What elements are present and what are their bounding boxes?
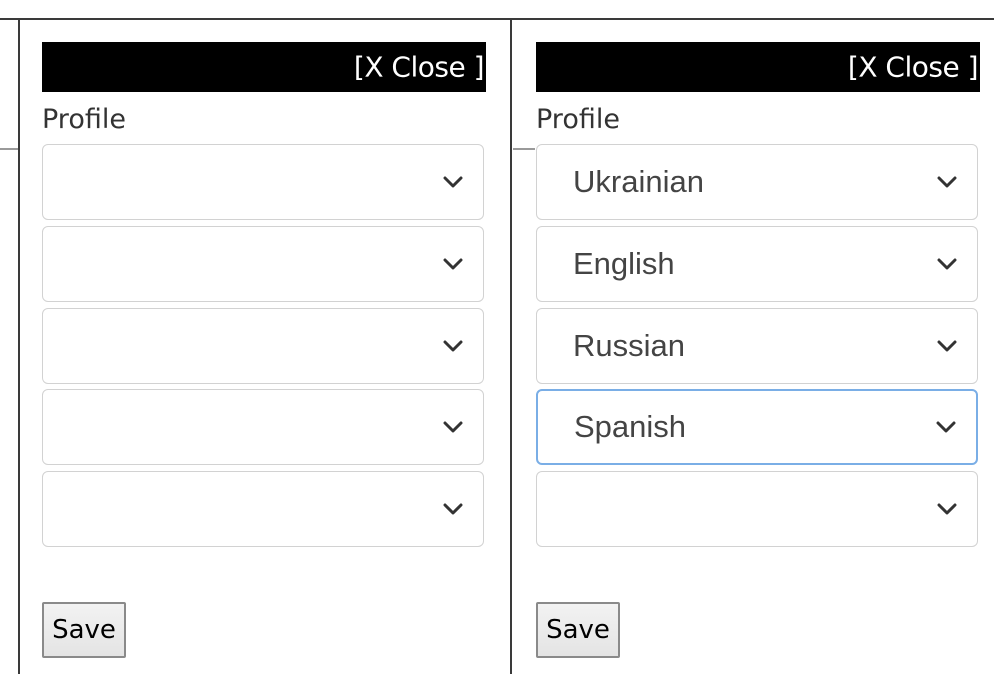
close-button[interactable]: [X Close ]	[536, 42, 980, 92]
divider-fragment	[0, 148, 18, 150]
language-select-4[interactable]	[42, 389, 484, 465]
chevron-down-icon	[936, 421, 956, 433]
chevron-down-icon	[937, 176, 957, 188]
panel-border-middle	[510, 18, 512, 674]
chevron-down-icon	[443, 258, 463, 270]
language-select-4[interactable]: Spanish	[536, 389, 978, 465]
profile-label: Profile	[42, 104, 126, 135]
select-value: Ukrainian	[573, 164, 704, 199]
language-select-2[interactable]	[42, 226, 484, 302]
panel-border-left	[18, 18, 20, 674]
language-select-5[interactable]	[536, 471, 978, 547]
select-value: Russian	[573, 328, 685, 363]
chevron-down-icon	[443, 503, 463, 515]
chevron-down-icon	[443, 176, 463, 188]
select-value: Spanish	[574, 409, 687, 444]
chevron-down-icon	[937, 340, 957, 352]
chevron-down-icon	[937, 503, 957, 515]
language-select-1[interactable]	[42, 144, 484, 220]
divider-fragment	[513, 148, 535, 150]
chevron-down-icon	[443, 421, 463, 433]
close-label: [X Close ]	[353, 50, 485, 84]
language-select-2[interactable]: English	[536, 226, 978, 302]
language-select-3[interactable]: Russian	[536, 308, 978, 384]
close-label: [X Close ]	[847, 50, 979, 84]
profile-label: Profile	[536, 104, 620, 135]
language-select-5[interactable]	[42, 471, 484, 547]
profile-panel-empty: [X Close ] Profile Save	[42, 0, 488, 674]
chevron-down-icon	[443, 340, 463, 352]
language-select-3[interactable]	[42, 308, 484, 384]
language-select-1[interactable]: Ukrainian	[536, 144, 978, 220]
close-button[interactable]: [X Close ]	[42, 42, 486, 92]
save-button[interactable]: Save	[42, 602, 126, 658]
select-value: English	[573, 246, 675, 281]
chevron-down-icon	[937, 258, 957, 270]
profile-panel-filled: [X Close ] Profile Ukrainian English Rus…	[536, 0, 982, 674]
save-button[interactable]: Save	[536, 602, 620, 658]
